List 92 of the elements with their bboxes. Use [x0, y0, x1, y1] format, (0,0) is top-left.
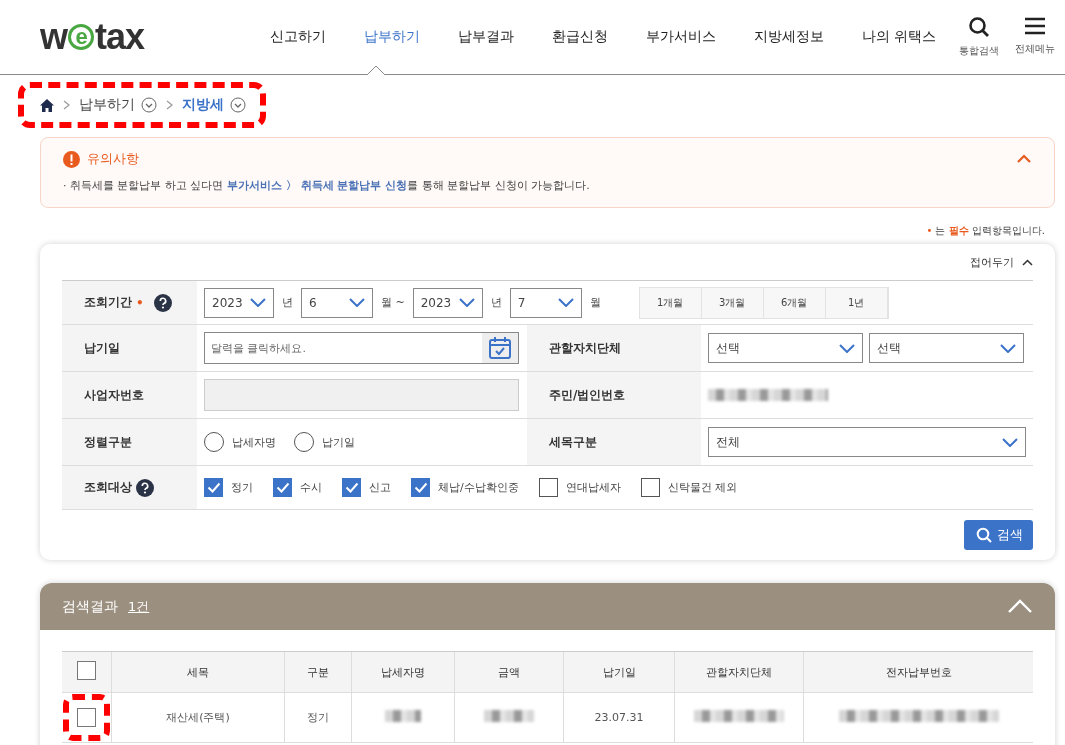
home-icon[interactable]: [40, 98, 54, 112]
required-note: 는 필수 입력항목입니다.: [935, 225, 1045, 236]
nav-tab[interactable]: 신고하기: [250, 28, 345, 46]
collapse-button[interactable]: 접어두기: [970, 252, 1033, 280]
breadcrumb-link[interactable]: 지방세: [182, 96, 224, 114]
nav-tab[interactable]: 납부결과: [438, 28, 533, 46]
chevron-right-icon: [166, 100, 173, 110]
column-header: 세목: [111, 651, 285, 693]
notice-text: · 취득세를 분할납부 하고 싶다면 부가서비스 〉 취득세 분할납부 신청를 통해 분할납부 신청이 가능합니다.: [63, 178, 591, 193]
search-button[interactable]: 검색: [964, 520, 1033, 550]
field-label: 납기일: [84, 339, 120, 357]
table-cell: 재산세(주택): [111, 692, 285, 743]
field-label: 정렬구분: [84, 433, 132, 451]
required-marker: •: [136, 295, 144, 310]
checkbox[interactable]: [538, 478, 558, 497]
unit-label: 월 ~: [381, 295, 405, 310]
checkbox[interactable]: [411, 478, 430, 497]
column-header: 납세자명: [351, 651, 455, 693]
option-label: 정기: [231, 480, 253, 495]
nav-tab[interactable]: 지방세정보: [734, 28, 843, 46]
table-cell: 정기: [284, 692, 352, 743]
field-label: 사업자번호: [84, 386, 144, 404]
dropdown-icon[interactable]: [230, 97, 246, 113]
search-icon: [976, 527, 992, 543]
chevron-down-icon: [349, 298, 365, 307]
option-label: 체납/수납확인중: [438, 480, 519, 495]
column-header: 금액: [454, 651, 564, 693]
chevron-down-icon: [557, 298, 574, 307]
option-label: 납기일: [322, 434, 355, 450]
period-button[interactable]: 6개월: [763, 287, 826, 318]
field-label: 세목구분: [549, 433, 597, 451]
required-marker: •: [926, 225, 933, 236]
dropdown-icon[interactable]: [141, 97, 157, 113]
chevron-icon: [1022, 259, 1033, 266]
select-field[interactable]: 7: [509, 287, 582, 318]
column-header: 전자납부번호: [803, 651, 1033, 693]
nav-tab[interactable]: 부가서비스: [626, 28, 735, 46]
results-title: 검색결과: [62, 597, 118, 616]
unit-label: 월: [589, 295, 601, 310]
unit-label: 년: [490, 295, 502, 310]
chevron-down-icon: [250, 298, 266, 307]
option-label: 신고: [369, 480, 391, 495]
menu-button[interactable]: 전체메뉴: [1011, 16, 1059, 58]
select-field[interactable]: 선택: [708, 333, 863, 363]
chevron-down-icon: [1002, 437, 1018, 447]
notice-title: 유의사항: [87, 150, 139, 168]
select-field[interactable]: 전체: [708, 427, 1026, 457]
checkbox[interactable]: [342, 478, 361, 497]
checkbox[interactable]: [77, 708, 96, 727]
wetax-logo[interactable]: w e tax: [40, 16, 214, 58]
column-header: 구분: [284, 651, 352, 693]
checkbox[interactable]: [640, 478, 660, 497]
checkbox[interactable]: [77, 661, 96, 680]
nav-tab[interactable]: 나의 위택스: [842, 28, 955, 46]
option-label: 연대납세자: [565, 480, 621, 495]
chevron-down-icon: [458, 298, 475, 307]
search-button[interactable]: 통합검색: [955, 16, 1003, 58]
help-icon[interactable]: [153, 293, 172, 312]
field-label: 조회기간: [84, 294, 132, 311]
column-header: 관할자치단체: [674, 651, 804, 693]
nav-tab[interactable]: 납부하기: [344, 28, 439, 46]
field-label: 조회대상: [84, 479, 132, 496]
redacted-value: [484, 710, 534, 722]
nav-tab[interactable]: 환급신청: [532, 28, 627, 46]
option-label: 신탁물건 제외: [667, 480, 738, 495]
menu-icon: [1024, 16, 1046, 36]
column-header: 납기일: [563, 651, 675, 693]
unit-label: 년: [282, 295, 293, 310]
field-label: 관할자치단체: [549, 339, 621, 357]
option-label: 납세자명: [232, 434, 276, 450]
checkbox[interactable]: [273, 478, 292, 497]
breadcrumb-link[interactable]: 납부하기: [79, 96, 135, 114]
result-count: 1건: [128, 597, 150, 616]
select-field[interactable]: 선택: [869, 333, 1024, 363]
option-label: 수시: [300, 480, 322, 495]
redacted-value: [385, 710, 421, 722]
checkbox[interactable]: [204, 478, 223, 497]
chevron-down-icon: [839, 343, 855, 353]
period-button[interactable]: 3개월: [701, 287, 764, 318]
field-label: 주민/법인번호: [549, 386, 626, 404]
period-button[interactable]: 1개월: [639, 287, 702, 318]
select-field[interactable]: 2023: [412, 287, 483, 318]
search-icon: [968, 16, 990, 38]
exclamation-icon: [63, 150, 80, 168]
table-cell: 23.07.31: [563, 692, 675, 743]
period-button[interactable]: 1년: [825, 287, 888, 318]
chevron-down-icon: [1000, 343, 1016, 353]
chevron-icon[interactable]: [1016, 154, 1032, 164]
chevron-right-icon: [63, 100, 70, 110]
select-field[interactable]: 6: [301, 287, 373, 318]
select-field[interactable]: 2023: [204, 287, 274, 318]
help-icon[interactable]: [136, 478, 154, 497]
